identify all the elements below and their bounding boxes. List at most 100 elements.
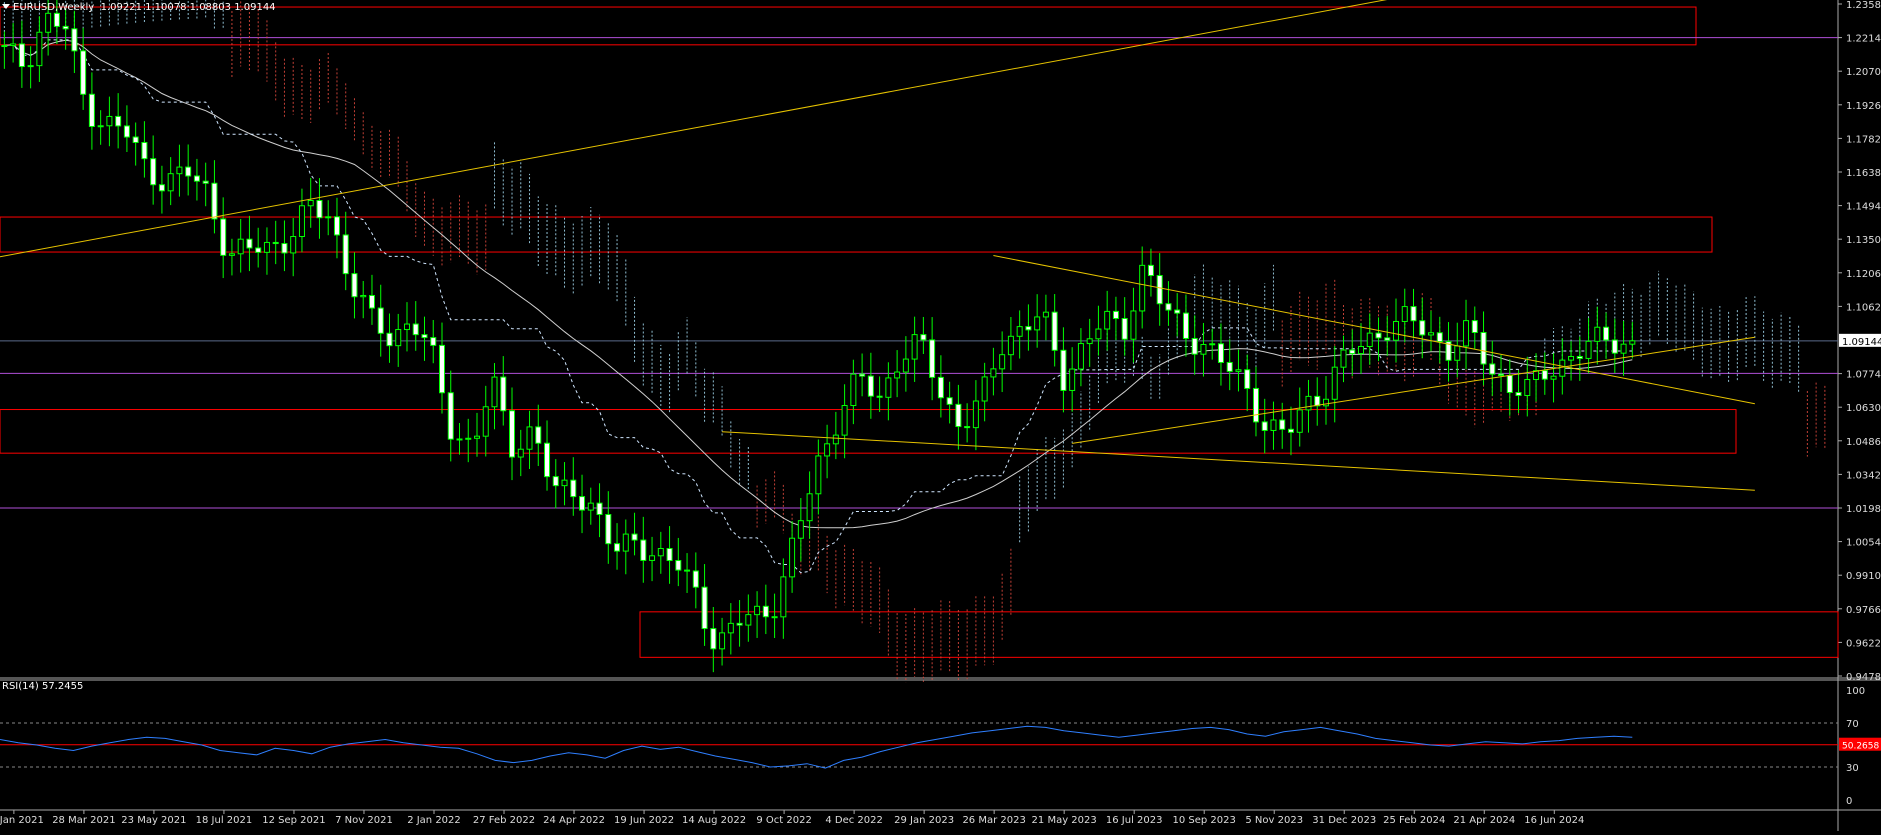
candle-body: [298, 205, 305, 238]
candle-body: [237, 238, 244, 255]
candle-body: [561, 479, 568, 487]
candle-body: [1401, 306, 1408, 322]
trendline: [0, 0, 1388, 258]
candle-body: [1489, 363, 1496, 375]
candle-body: [1252, 387, 1259, 423]
dropdown-icon[interactable]: [2, 4, 10, 9]
candle-body: [649, 555, 656, 561]
candle-body: [596, 502, 603, 516]
y-tick-label: 1.12060: [1846, 269, 1881, 280]
y-tick-label: 0.97660: [1846, 605, 1881, 616]
candle-body: [1322, 398, 1329, 407]
candle-body: [999, 354, 1006, 370]
candle-body: [386, 332, 393, 347]
candle-body: [465, 437, 472, 440]
candle-body: [123, 125, 130, 138]
trendline: [722, 431, 1755, 491]
candle-body: [1498, 373, 1505, 376]
candle-body: [290, 236, 297, 254]
candle-body: [1279, 419, 1286, 430]
candle-body: [789, 537, 796, 578]
candle-body: [1576, 356, 1583, 359]
candle-body: [579, 496, 586, 511]
candle-body: [771, 616, 778, 619]
rsi-label: RSI(14) 57.2455: [2, 681, 84, 692]
candle-body: [1331, 366, 1338, 400]
candle-body: [1147, 264, 1154, 277]
candle-body: [657, 548, 664, 557]
candle-body: [10, 43, 17, 47]
y-tick-label: 1.06300: [1846, 403, 1881, 414]
candle-body: [1217, 343, 1224, 363]
chart-area[interactable]: 1.23580 1.22140 1.20700 1.19260 1.17820 1.163…: [0, 0, 1881, 831]
x-tick-label: 21 Apr 2024: [1453, 815, 1515, 826]
candle-body: [1611, 339, 1618, 354]
candle-body: [605, 514, 612, 545]
candle-body: [509, 410, 516, 458]
x-tick-label: 23 May 2021: [121, 815, 186, 826]
candle-body: [1139, 264, 1146, 312]
candle-body: [832, 434, 839, 445]
candle-body: [937, 376, 944, 399]
y-tick-label: 1.00540: [1846, 538, 1881, 549]
candle-body: [1357, 345, 1364, 355]
candle-body: [1104, 310, 1111, 330]
candle-body: [403, 323, 410, 331]
candle-body: [500, 376, 507, 412]
candle-body: [71, 28, 78, 52]
candle-body: [1051, 311, 1058, 351]
candle-body: [1130, 310, 1137, 340]
candle-body: [736, 622, 743, 626]
candle-body: [316, 200, 323, 219]
candle-body: [1226, 361, 1233, 372]
candle-body: [193, 175, 200, 182]
candle-body: [377, 307, 384, 334]
candle-body: [185, 166, 192, 177]
candle-body: [45, 12, 52, 33]
y-tick-label: 0.96220: [1846, 638, 1881, 649]
x-tick-label: 24 Apr 2022: [543, 815, 605, 826]
candle-body: [745, 614, 752, 626]
candle-body: [1016, 326, 1023, 337]
x-tick-label: 28 Mar 2021: [52, 815, 115, 826]
candle-body: [360, 294, 367, 298]
candle-body: [1121, 317, 1128, 340]
candle-body: [255, 247, 262, 253]
rsi-level-label: 50.2658: [1842, 742, 1879, 752]
candle-body: [710, 628, 717, 650]
candle-body: [412, 323, 419, 336]
candle-body: [36, 31, 43, 67]
candle-body: [220, 218, 227, 256]
candle-body: [666, 548, 673, 562]
candle-body: [964, 426, 971, 429]
candle-body: [1261, 421, 1268, 431]
candle-body: [1244, 369, 1251, 389]
main-chart[interactable]: 1.23580 1.22140 1.20700 1.19260 1.17820 1.163…: [0, 0, 1881, 831]
candle-body: [622, 533, 629, 552]
candle-body: [1209, 343, 1216, 346]
rsi-header: RSI(14) 57.2455: [2, 681, 83, 692]
candle-body: [876, 395, 883, 398]
y-tick-label: 1.16380: [1846, 168, 1881, 179]
candle-body: [701, 586, 708, 630]
candle-body: [246, 238, 253, 249]
candle-body: [815, 455, 822, 495]
y-tick-label: 1.20700: [1846, 67, 1881, 78]
candle-body: [911, 334, 918, 360]
candle-body: [456, 438, 463, 441]
candle-body: [614, 543, 621, 552]
candle-body: [535, 426, 542, 444]
candle-body: [981, 376, 988, 402]
candle-body: [333, 216, 340, 236]
candle-body: [1471, 320, 1478, 334]
candle-body: [27, 65, 34, 68]
x-tick-label: 18 Jul 2021: [196, 815, 253, 826]
x-tick-label: 31 Jan 2021: [0, 815, 44, 826]
candle-body: [447, 392, 454, 440]
candle-body: [719, 632, 726, 650]
candle-body: [1410, 306, 1417, 322]
candle-body: [972, 400, 979, 429]
candle-body: [780, 576, 787, 618]
candle-body: [421, 334, 428, 339]
candle-body: [211, 182, 218, 220]
